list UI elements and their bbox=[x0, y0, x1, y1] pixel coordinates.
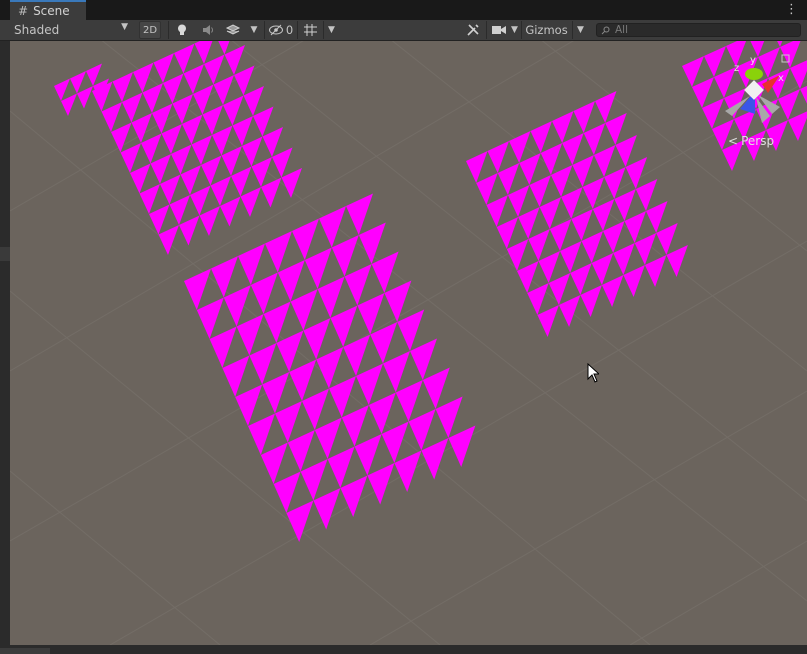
gizmos-button[interactable]: Gizmos bbox=[521, 21, 571, 39]
toggle-2d-button[interactable]: 2D bbox=[139, 21, 161, 39]
toggle-2d-label: 2D bbox=[142, 24, 158, 36]
grid-snap-icon bbox=[303, 24, 317, 36]
eye-slash-icon bbox=[268, 24, 283, 36]
camera-dropdown-icon[interactable]: ▼ bbox=[508, 21, 521, 39]
grid-toggle-button[interactable] bbox=[297, 21, 323, 39]
gizmos-dropdown-icon[interactable]: ▼ bbox=[572, 21, 588, 39]
draw-mode-dropdown[interactable]: Shaded ▼ bbox=[0, 21, 133, 39]
speaker-icon bbox=[203, 25, 213, 35]
tools-icon bbox=[467, 24, 479, 36]
scene-viewport[interactable]: y z x < Persp bbox=[10, 41, 807, 645]
lightbulb-icon bbox=[177, 24, 186, 35]
search-input[interactable]: All bbox=[596, 23, 801, 37]
tools-button[interactable] bbox=[462, 21, 484, 39]
layers-icon bbox=[225, 24, 241, 35]
video-camera-icon bbox=[491, 26, 506, 34]
tab-scene-label: Scene bbox=[33, 4, 70, 18]
axis-x-label: x bbox=[778, 73, 784, 84]
scene-toolbar: Shaded ▼ 2D ▼ 0 ▼ ▼ Gizmos ▼ All bbox=[0, 20, 807, 41]
panel-edge-mark bbox=[0, 247, 10, 261]
effects-dropdown-icon[interactable]: ▼ bbox=[246, 21, 262, 39]
chevron-left-icon: < bbox=[728, 134, 739, 148]
search-icon bbox=[601, 26, 610, 34]
bottom-panel-edge bbox=[0, 645, 807, 654]
projection-toggle[interactable]: < Persp bbox=[728, 134, 774, 148]
lighting-toggle-button[interactable] bbox=[168, 21, 194, 39]
projection-label: Persp bbox=[741, 134, 775, 148]
gizmos-label: Gizmos bbox=[525, 23, 568, 37]
more-options-icon[interactable]: ⋮ bbox=[785, 3, 798, 16]
search-placeholder: All bbox=[615, 24, 629, 36]
mouse-cursor-icon bbox=[587, 363, 599, 383]
axis-y-cone[interactable] bbox=[745, 68, 763, 80]
grid-dropdown-icon[interactable]: ▼ bbox=[323, 21, 339, 39]
hidden-objects-toggle[interactable]: 0 bbox=[264, 21, 296, 39]
axis-y-label: y bbox=[750, 55, 756, 66]
axis-z-label: z bbox=[734, 63, 739, 74]
left-panel-edge bbox=[0, 41, 10, 645]
grid-hash-icon: # bbox=[18, 4, 29, 18]
dropdown-arrow-icon: ▼ bbox=[121, 22, 128, 32]
camera-button[interactable] bbox=[486, 21, 510, 39]
tab-bar: # Scene ⋮ bbox=[0, 0, 807, 21]
draw-mode-label: Shaded bbox=[14, 23, 60, 37]
panel-tab-stub bbox=[0, 648, 50, 654]
scene-canvas[interactable]: y z x bbox=[10, 41, 807, 645]
hidden-count: 0 bbox=[285, 23, 294, 37]
tab-scene[interactable]: # Scene bbox=[10, 0, 86, 20]
audio-toggle-button[interactable] bbox=[196, 21, 220, 39]
effects-toggle-button[interactable] bbox=[221, 21, 245, 39]
